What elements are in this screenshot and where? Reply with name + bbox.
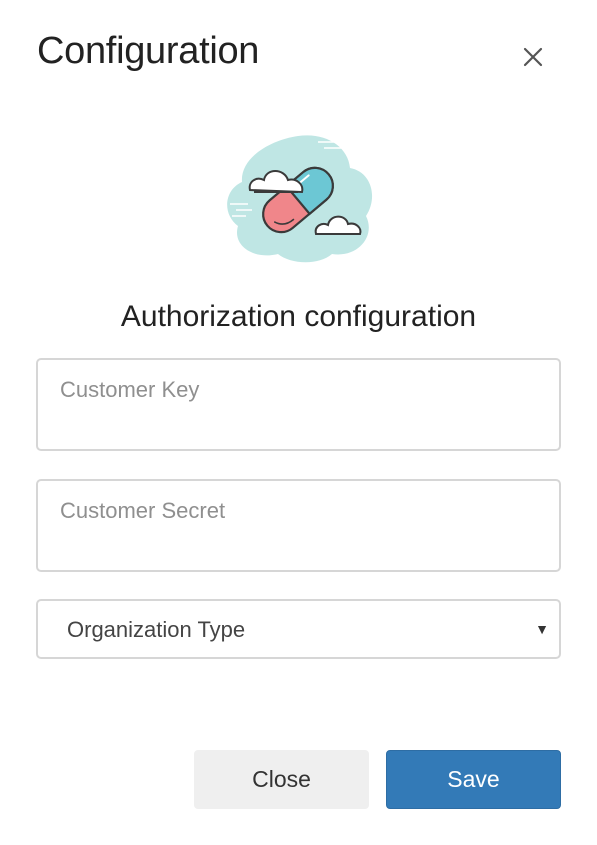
dialog-title: Configuration xyxy=(37,30,260,72)
save-button[interactable]: Save xyxy=(386,750,561,809)
customer-secret-input[interactable] xyxy=(38,481,559,570)
customer-key-field[interactable] xyxy=(36,358,561,451)
close-icon[interactable] xyxy=(518,42,548,72)
customer-key-input[interactable] xyxy=(38,360,559,449)
section-subtitle: Authorization configuration xyxy=(120,300,477,333)
caret-down-icon: ▼ xyxy=(535,621,549,637)
organization-type-select[interactable]: Organization Type ▼ xyxy=(36,599,561,659)
pill-with-clouds-icon xyxy=(227,135,373,263)
close-button[interactable]: Close xyxy=(194,750,369,809)
configuration-dialog: Configuration Authorization configuratio… xyxy=(0,0,597,845)
organization-type-value: Organization Type xyxy=(67,617,246,642)
customer-secret-field[interactable] xyxy=(36,479,561,572)
